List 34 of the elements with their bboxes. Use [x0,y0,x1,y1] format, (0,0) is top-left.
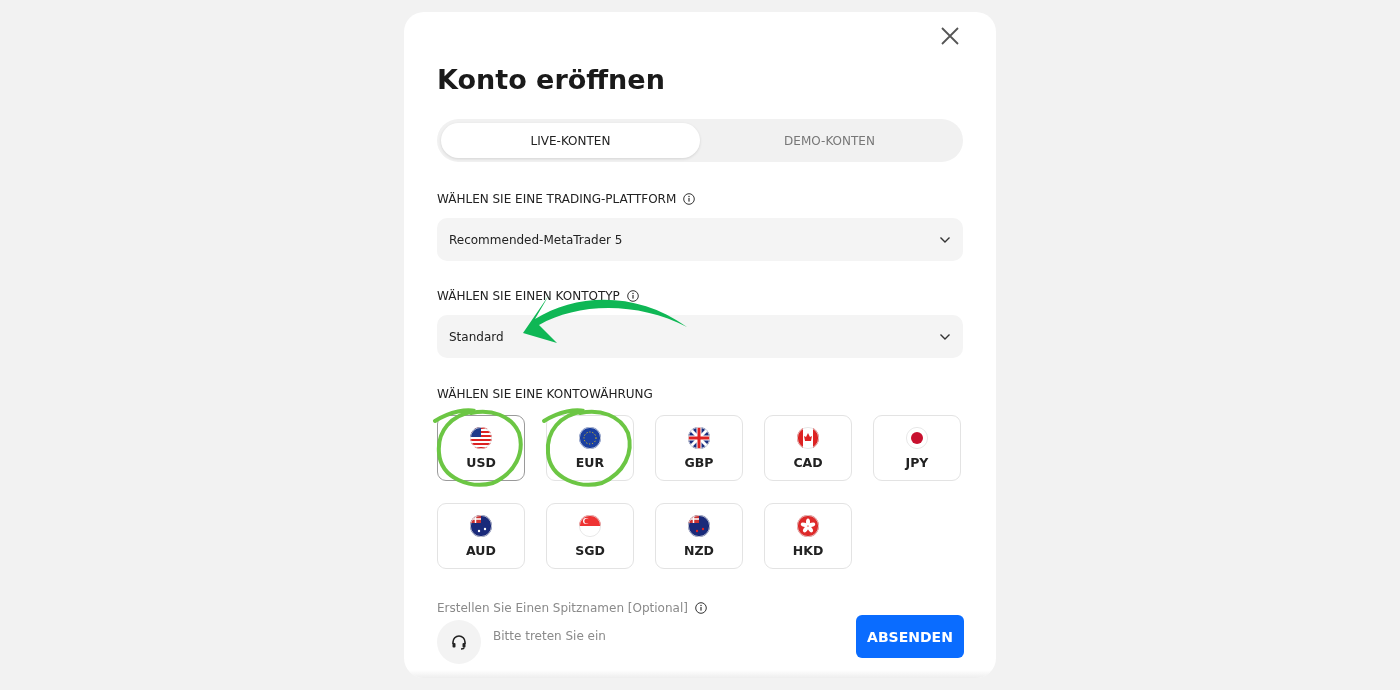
field-label: WÄHLEN SIE EINEN KONTOTYP [437,289,620,303]
support-button[interactable] [437,620,481,664]
currency-option[interactable]: CAD [764,415,852,481]
currency-option[interactable]: AUD [437,503,525,569]
currency-option[interactable]: SGD [546,503,634,569]
flag-icon [579,514,601,537]
chevron-down-icon [939,332,951,341]
field-label: Erstellen Sie Einen Spitznamen [Optional] [437,601,688,615]
info-icon[interactable] [626,290,639,302]
currency-option[interactable]: HKD [764,503,852,569]
info-icon[interactable] [694,602,707,614]
currency-option[interactable]: NZD [655,503,743,569]
flag-icon [470,426,492,449]
field-label: WÄHLEN SIE EINE KONTOWÄHRUNG [437,387,653,401]
field-label: WÄHLEN SIE EINE TRADING-PLATTFORM [437,192,677,206]
info-icon[interactable] [683,193,696,205]
chevron-down-icon [939,235,951,244]
account-type-dropdown[interactable]: Standard [437,315,963,358]
flag-icon [579,426,601,449]
platform-dropdown[interactable]: Recommended-MetaTrader 5 [437,218,963,261]
dialog-title: Konto eröffnen [437,64,666,96]
flag-icon [797,426,819,449]
submit-button[interactable]: ABSENDEN [856,615,964,658]
tab[interactable]: DEMO-KONTEN [700,123,959,158]
tab[interactable]: LIVE-KONTEN [441,123,700,158]
headset-icon [451,634,467,650]
currency-option[interactable]: JPY [873,415,961,481]
currency-option[interactable]: GBP [655,415,743,481]
flag-icon [688,426,710,449]
flag-icon [470,514,492,537]
nickname-input[interactable]: Bitte treten Sie ein [493,629,693,643]
flag-icon [906,426,928,449]
flag-icon [797,514,819,537]
flag-icon [688,514,710,537]
